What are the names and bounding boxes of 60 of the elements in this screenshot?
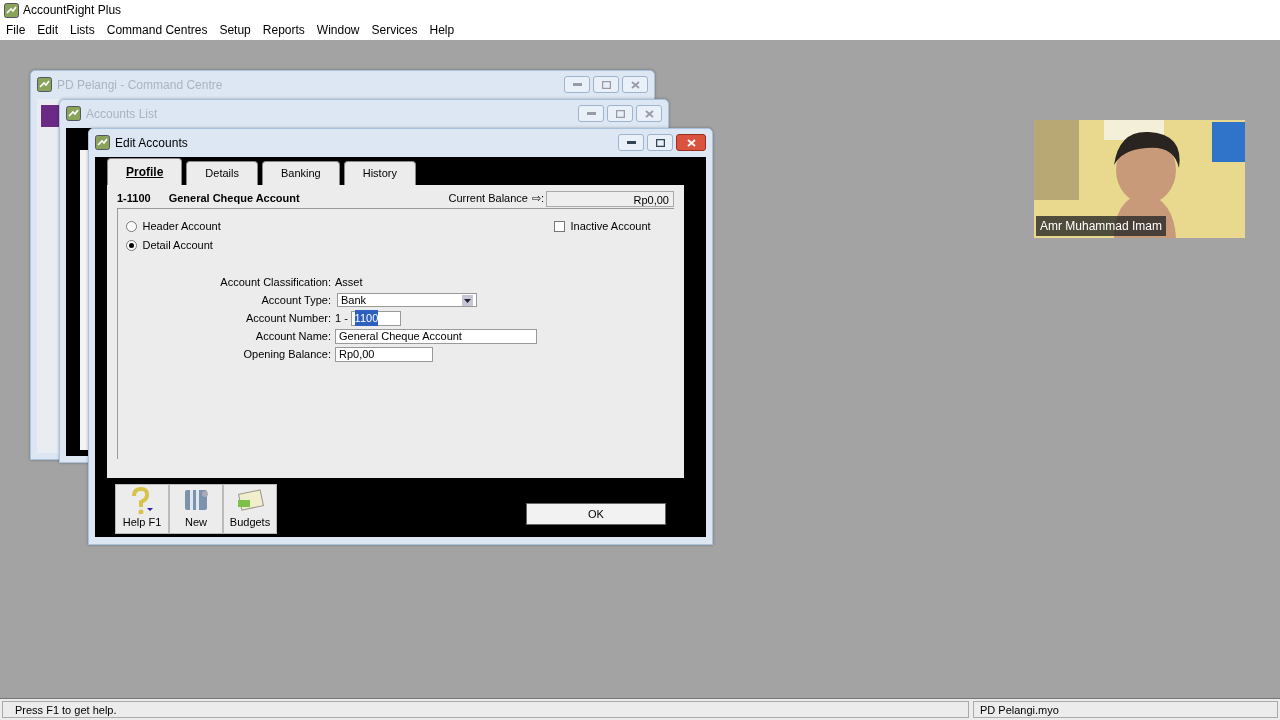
prefix-label: 1 - [335,310,348,326]
maximize-icon [655,138,665,147]
menu-item[interactable]: Services [371,21,418,39]
close-icon [686,138,696,147]
status-file: PD Pelangi.myo [973,701,1278,718]
radio-button[interactable] [126,221,137,232]
minimize-icon [626,141,636,144]
field-label: Account Number: [245,310,331,326]
field-label: Account Name: [254,328,331,344]
minimize-button[interactable] [618,134,644,151]
classification-value: Asset [335,274,364,290]
app-title: AccountRight Plus [23,2,122,19]
menu-item[interactable]: Edit [37,21,59,39]
field-label: Opening Balance: [242,346,331,362]
account-name-field[interactable]: General Cheque Account [335,328,537,344]
balance-field: Rp0,00 [546,190,674,207]
menu-item[interactable]: Window [316,21,360,39]
tab[interactable]: History [343,161,416,185]
status-text: Press F1 to get help. [2,701,969,718]
app-icon [37,77,52,92]
app-icon [66,106,81,121]
account-number: 1-1100 [117,191,151,207]
menu-item[interactable]: Setup [219,21,251,39]
maximize-button[interactable] [647,134,673,151]
arrow-label: ⇨: [531,191,544,207]
toolbar-button[interactable]: New [169,484,223,534]
account-name: General Cheque Account [168,191,300,207]
minimize-icon [586,112,596,115]
maximize-icon [601,80,611,89]
tab[interactable]: Details [186,161,258,185]
radio-label[interactable]: Detail Account [142,237,213,254]
window-title: Edit Accounts [115,134,188,152]
account-number-field[interactable]: 1100 [350,310,401,326]
field-label: Account Type: [260,292,331,308]
close-icon [644,109,654,118]
menu-item[interactable]: Command Centres [106,21,208,39]
menu-item[interactable]: Lists [70,21,95,39]
checkbox-label[interactable]: Inactive Account [570,218,651,235]
minimize-icon [572,83,582,86]
tab[interactable]: Profile [107,158,183,185]
close-button[interactable] [676,134,706,151]
logo-icon [41,105,59,127]
radio-label[interactable]: Header Account [142,218,221,235]
menu-item[interactable]: Reports [262,21,305,39]
maximize-icon [615,109,625,118]
app-icon [95,135,110,150]
toolbar-button[interactable]: Help F1 [115,484,169,534]
checkbox[interactable] [554,221,565,232]
field-label: Account Classification: [219,274,331,290]
radio-button[interactable] [126,240,137,251]
menu-item[interactable]: Help [429,21,455,39]
opening-balance-field[interactable]: Rp0,00 [335,346,433,362]
video-caption: Amr Muhammad Imam [1036,216,1167,236]
close-icon [630,80,640,89]
account-type-dropdown[interactable]: Bank [337,293,477,307]
ok-button[interactable]: OK [526,503,666,525]
balance-label: Current Balance [448,191,528,207]
tab[interactable]: Banking [261,161,340,185]
menu-item[interactable]: File [6,21,26,39]
toolbar-button[interactable]: Budgets [223,484,277,534]
